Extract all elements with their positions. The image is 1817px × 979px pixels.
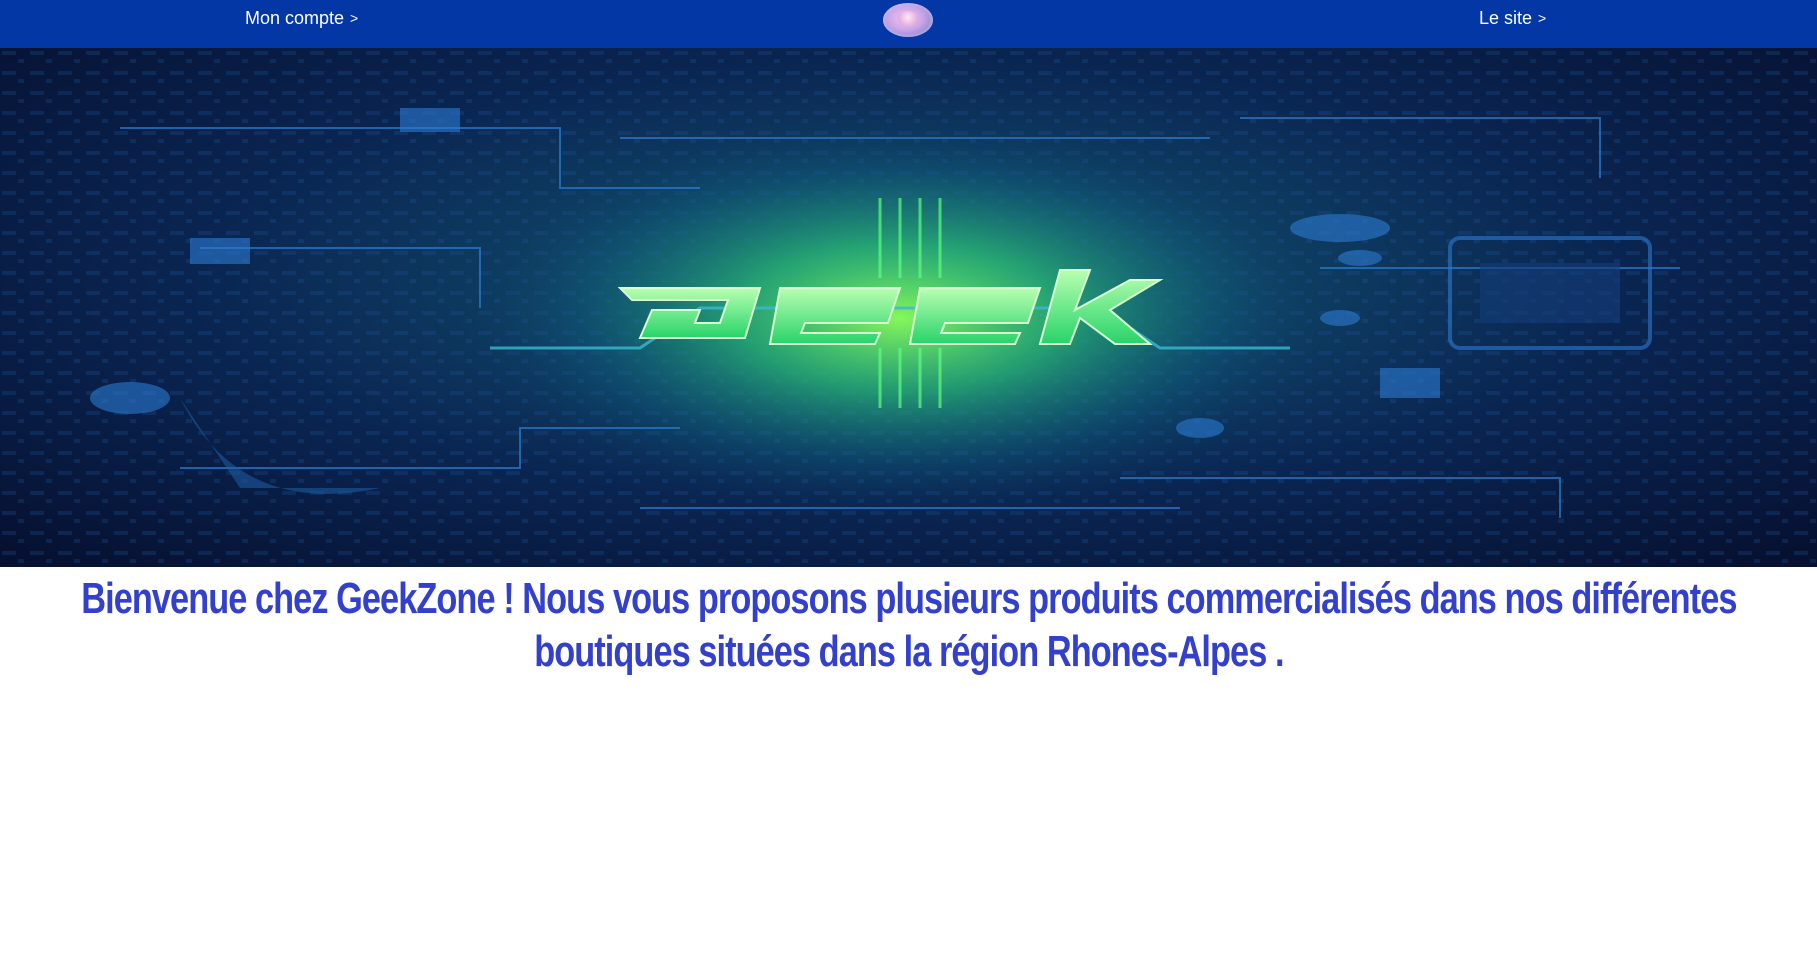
chevron-right-icon: >	[1538, 10, 1547, 26]
hero-banner-image	[0, 48, 1817, 567]
avatar-logo-icon[interactable]	[883, 3, 933, 37]
welcome-text: Bienvenue chez GeekZone ! Nous vous prop…	[81, 574, 1737, 676]
chevron-right-icon: >	[350, 10, 359, 26]
my-account-label: Mon compte	[245, 8, 345, 28]
the-site-label: Le site	[1479, 8, 1533, 28]
my-account-link[interactable]: Mon compte >	[245, 7, 358, 30]
welcome-message: Bienvenue chez GeekZone ! Nous vous prop…	[81, 572, 1737, 678]
the-site-link[interactable]: Le site >	[1479, 7, 1546, 30]
circuit-board-illustration	[0, 48, 1817, 567]
top-navigation-bar: Mon compte > Le site >	[0, 0, 1817, 48]
